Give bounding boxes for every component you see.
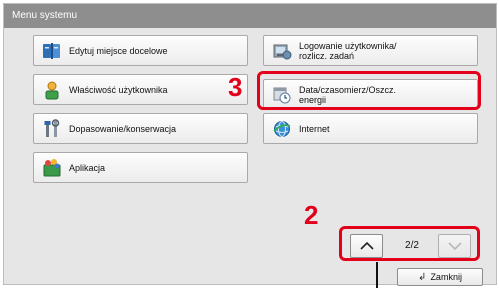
menu-item-adjustment-maintenance[interactable]: Dopasowanie/konserwacja [33, 113, 248, 144]
menu-item-application[interactable]: Aplikacja [33, 152, 248, 183]
menu-item-label: Aplikacja [69, 162, 106, 173]
globe-icon [272, 119, 292, 139]
menu-item-edit-destination[interactable]: Edytuj miejsce docelowe [33, 35, 248, 66]
menu-item-internet[interactable]: Internet [263, 113, 478, 144]
adjustment-tools-icon [42, 118, 62, 139]
menu-item-user-login-accounting[interactable]: Logowanie użytkownika/ rozlicz. zadań [263, 35, 478, 66]
menu-item-label: Dopasowanie/konserwacja [69, 123, 177, 134]
close-button[interactable]: ↲ Zamknij [397, 268, 483, 286]
application-icon [42, 158, 62, 178]
window-title: Menu systemu [4, 4, 496, 28]
user-property-icon [42, 80, 62, 100]
callout-leader-line [376, 262, 378, 288]
user-login-accounting-icon [272, 41, 292, 61]
highlight-date-timer [257, 71, 481, 110]
menu-item-label: Logowanie użytkownika/ rozlicz. zadań [299, 40, 397, 61]
menu-item-label: Właściwość użytkownika [69, 84, 168, 95]
menu-item-label: Internet [299, 123, 330, 134]
menu-item-label: Edytuj miejsce docelowe [69, 45, 168, 56]
callout-step-2: 2 [304, 200, 319, 230]
return-arrow-icon: ↲ [418, 271, 427, 283]
close-button-label: Zamknij [430, 272, 462, 282]
callout-step-3: 3 [228, 72, 243, 102]
highlight-pager [339, 226, 480, 261]
address-book-icon [42, 41, 62, 61]
menu-item-user-property[interactable]: Właściwość użytkownika [33, 74, 248, 105]
